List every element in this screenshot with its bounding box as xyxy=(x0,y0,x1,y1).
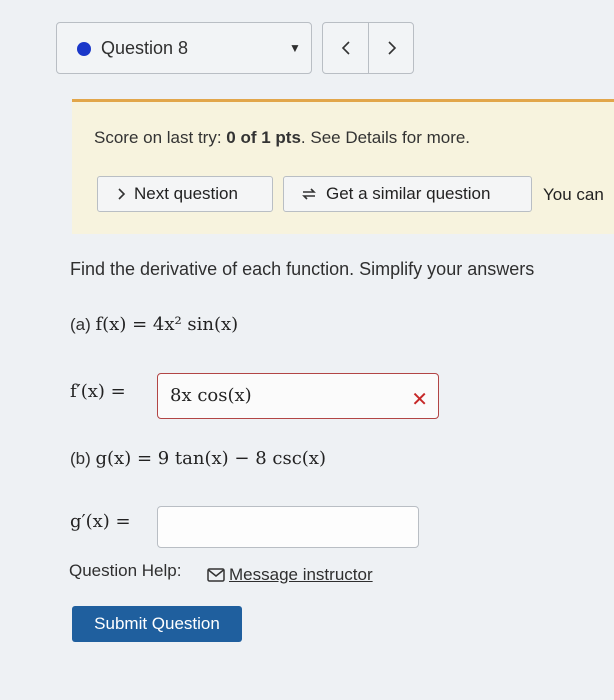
score-value: 0 of 1 pts xyxy=(226,128,301,147)
part-b-answer-field[interactable] xyxy=(157,506,419,548)
you-can-text: You can xyxy=(543,185,604,204)
message-instructor-label: Message instructor xyxy=(229,565,373,584)
dropdown-caret-icon[interactable]: ▼ xyxy=(289,41,301,55)
part-a-function: f(x) = 4x² sin(x) xyxy=(95,314,239,335)
refresh-icon xyxy=(300,186,318,202)
part-b-label: (b) xyxy=(70,449,96,468)
score-prefix: Score on last try: xyxy=(94,128,227,147)
next-question-label: Next question xyxy=(134,184,238,203)
previous-question-button[interactable] xyxy=(323,23,369,73)
envelope-icon xyxy=(207,568,225,582)
question-label: Question 8 xyxy=(101,38,189,58)
part-a-answer-field[interactable]: 8x cos(x) ✕ xyxy=(157,373,439,419)
next-question-button[interactable]: Next question xyxy=(97,176,273,212)
part-a-answer-value: 8x cos(x) xyxy=(170,385,252,406)
question-status-dot-icon xyxy=(77,42,91,56)
part-a-label: (a) xyxy=(70,315,96,334)
question-pager xyxy=(322,22,414,74)
score-text: Score on last try: 0 of 1 pts. See Detai… xyxy=(94,128,470,148)
message-instructor-link[interactable]: Message instructor xyxy=(207,565,373,585)
chevron-left-icon xyxy=(341,41,350,55)
part-b-answer-label: g′(x) = xyxy=(70,511,131,532)
score-banner: Score on last try: 0 of 1 pts. See Detai… xyxy=(72,99,614,234)
question-selector[interactable]: Question 8 ▼ xyxy=(56,22,312,74)
similar-question-button[interactable]: Get a similar question xyxy=(283,176,532,212)
x-icon: ✕ xyxy=(411,387,428,411)
question-prompt: Find the derivative of each function. Si… xyxy=(70,259,535,279)
part-b-function: g(x) = 9 tan(x) − 8 csc(x) xyxy=(95,448,326,469)
part-a-statement: (a) f(x) = 4x² sin(x) xyxy=(70,314,238,335)
part-a-answer-label: f′(x) = xyxy=(70,381,126,402)
similar-question-label: Get a similar question xyxy=(326,184,491,203)
chevron-right-icon xyxy=(387,41,396,55)
chevron-right-icon xyxy=(116,187,126,201)
next-question-arrow-button[interactable] xyxy=(369,23,414,73)
part-b-statement: (b) g(x) = 9 tan(x) − 8 csc(x) xyxy=(70,448,326,469)
score-suffix: . See Details for more. xyxy=(300,128,471,147)
submit-question-button[interactable]: Submit Question xyxy=(72,606,242,642)
question-help-label: Question Help: xyxy=(69,561,182,580)
